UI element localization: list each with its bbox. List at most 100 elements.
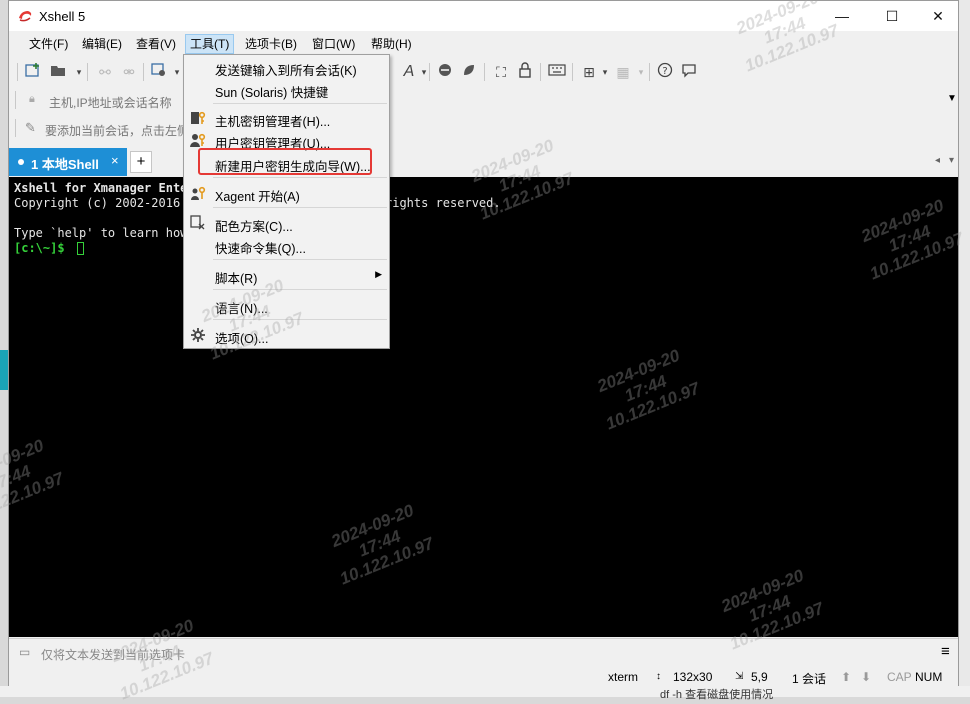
menu-tabs[interactable]: 选项卡(B)	[241, 35, 301, 53]
terminal-line: Xshell for Xmanager Ente	[14, 181, 188, 195]
help-icon[interactable]: ?	[655, 62, 675, 82]
session-link-hint: 要添加当前会话，点击左侧	[45, 124, 190, 138]
cursor-position-icon: ⇲	[735, 671, 744, 682]
toolbar-separator	[143, 63, 144, 81]
toolbar-separator	[540, 63, 541, 81]
menu-separator	[213, 103, 387, 104]
reconnect-icon[interactable]: ⚯	[95, 62, 115, 82]
layout-icon[interactable]: ▦	[613, 62, 633, 82]
address-separator	[15, 91, 16, 109]
svg-text:?: ?	[662, 66, 667, 77]
address-dropdown-icon[interactable]: ▼	[947, 93, 957, 104]
address-placeholder: 主机,IP地址或会话名称	[49, 96, 172, 110]
tab-list-dropdown-icon[interactable]: ▾	[949, 155, 954, 166]
terminal-line: Type `help' to learn how	[14, 226, 188, 240]
menu-item-quick-commands[interactable]: 快速命令集(Q)...	[185, 234, 388, 256]
background-window-text: df -h 查看磁盘使用情况	[660, 689, 774, 701]
menu-item-label: 发送键输入到所有会话(K)	[215, 64, 357, 78]
menu-item-xagent[interactable]: Xagent 开始(A)	[185, 182, 388, 204]
toolbar-separator	[87, 63, 88, 81]
tab-bar: 1 本地Shell × + ◂ ▾	[9, 148, 958, 176]
menu-item-label: 主机密钥管理者(H)...	[215, 115, 331, 129]
lock-icon[interactable]	[515, 62, 535, 82]
menu-item-language[interactable]: 语言(N)...	[185, 294, 388, 316]
tab-local-shell[interactable]: 1 本地Shell ×	[9, 148, 127, 176]
terminal-prompt: [c:\~]$	[14, 241, 72, 255]
terminal-scrollbar[interactable]	[947, 177, 958, 637]
xagent-icon	[190, 185, 206, 201]
desktop-background	[958, 0, 970, 697]
menu-item-sun-shortcut[interactable]: Sun (Solaris) 快捷键	[185, 78, 388, 100]
gear-icon	[190, 327, 206, 343]
terminal-cursor	[77, 242, 84, 255]
keyboard-icon[interactable]	[547, 62, 567, 82]
session-down-icon[interactable]: ⬇	[861, 670, 871, 684]
add-session-link-icon[interactable]: ✎	[25, 120, 36, 136]
address-input[interactable]: 🔒︎ 主机,IP地址或会话名称 ▼	[23, 89, 957, 111]
send-text-placeholder: 仅将文本发送到当前选项卡	[41, 648, 186, 662]
menu-separator	[213, 207, 387, 208]
host-key-icon	[190, 110, 206, 126]
menu-item-color-scheme[interactable]: 配色方案(C)...	[185, 212, 388, 234]
new-session-icon[interactable]	[23, 62, 43, 82]
title-bar[interactable]: Xshell 5 — ☐ ✕	[9, 1, 958, 31]
menu-separator	[213, 319, 387, 320]
chat-icon[interactable]	[679, 62, 699, 82]
tab-status-dot-icon	[18, 159, 24, 165]
toolbar-separator	[429, 63, 430, 81]
compose-bar: ▭ 仅将文本发送到当前选项卡 ≡	[9, 638, 958, 665]
toolbar-separator	[572, 63, 573, 81]
menu-item-script[interactable]: 脚本(R) ▶	[185, 264, 388, 286]
color-scheme-icon	[190, 215, 206, 231]
desktop-background-bottom	[0, 686, 970, 697]
xshell-logo-icon	[17, 8, 33, 24]
open-folder-icon[interactable]	[49, 62, 69, 82]
add-pane-dropdown-icon[interactable]: ▾	[595, 62, 615, 82]
menu-tools[interactable]: 工具(T)	[185, 34, 235, 54]
menu-file[interactable]: 文件(F)	[25, 35, 72, 53]
menu-item-label: 选项(O)...	[215, 332, 269, 346]
maximize-button[interactable]: ☐	[869, 1, 915, 31]
menu-view[interactable]: 查看(V)	[132, 35, 180, 53]
xmanager-icon[interactable]	[459, 62, 479, 82]
fullscreen-icon[interactable]: ⛶	[491, 62, 511, 82]
window-title: Xshell 5	[39, 9, 86, 24]
menu-help[interactable]: 帮助(H)	[367, 35, 416, 53]
user-key-icon	[190, 132, 206, 148]
disconnect-icon[interactable]: ⚮	[119, 62, 139, 82]
terminal-line: rights reserved.	[385, 196, 501, 210]
status-session-count: 1 会话	[792, 672, 827, 686]
menu-item-options[interactable]: 选项(O)...	[185, 324, 388, 346]
menu-separator	[213, 289, 387, 290]
toolbar: ▾ ⚯ ⚮ ▾ A ▾ ⛶ ⊞ ▾ ▦ ▾ ?	[9, 57, 958, 87]
menu-item-send-key-all[interactable]: 发送键输入到所有会话(K)	[185, 56, 388, 78]
tab-scroll-left-icon[interactable]: ◂	[935, 155, 940, 166]
minimize-button[interactable]: —	[819, 1, 865, 31]
open-dropdown-icon[interactable]: ▾	[69, 62, 89, 82]
properties-icon[interactable]	[149, 62, 169, 82]
status-terminal-size: 132x30	[673, 670, 713, 684]
tab-close-icon[interactable]: ×	[111, 153, 119, 168]
new-tab-button[interactable]: +	[130, 151, 152, 173]
font-dropdown-icon[interactable]: ▾	[414, 62, 434, 82]
session-link-bar: ✎ 要添加当前会话，点击左侧	[13, 115, 953, 141]
compose-icon: ▭	[19, 645, 31, 659]
send-text-input[interactable]: ▭ 仅将文本发送到当前选项卡	[13, 641, 937, 663]
toolbar-separator	[17, 63, 18, 81]
close-button[interactable]: ✕	[915, 1, 961, 31]
layout-dropdown-icon[interactable]: ▾	[631, 62, 651, 82]
menu-edit[interactable]: 编辑(E)	[78, 35, 126, 53]
menu-item-host-key-manager[interactable]: 主机密钥管理者(H)...	[185, 107, 388, 129]
menu-item-label: 语言(N)...	[215, 302, 268, 316]
menu-bar: 文件(F) 编辑(E) 查看(V) 工具(T) 选项卡(B) 窗口(W) 帮助(…	[9, 32, 958, 56]
toolbar-separator	[649, 63, 650, 81]
status-cursor-position: 5,9	[751, 670, 768, 684]
xftp-icon[interactable]	[435, 62, 455, 82]
menu-window[interactable]: 窗口(W)	[308, 35, 359, 53]
compose-menu-icon[interactable]: ≡	[941, 643, 950, 660]
terminal-line: Copyright (c) 2002-2016 N	[14, 196, 195, 210]
session-up-icon[interactable]: ⬆	[841, 670, 851, 684]
terminal-area[interactable]: Xshell for Xmanager Ente Copyright (c) 2…	[9, 177, 958, 637]
address-bar: 🔒︎ 主机,IP地址或会话名称 ▼	[13, 88, 957, 112]
red-highlight-annotation	[198, 148, 372, 175]
